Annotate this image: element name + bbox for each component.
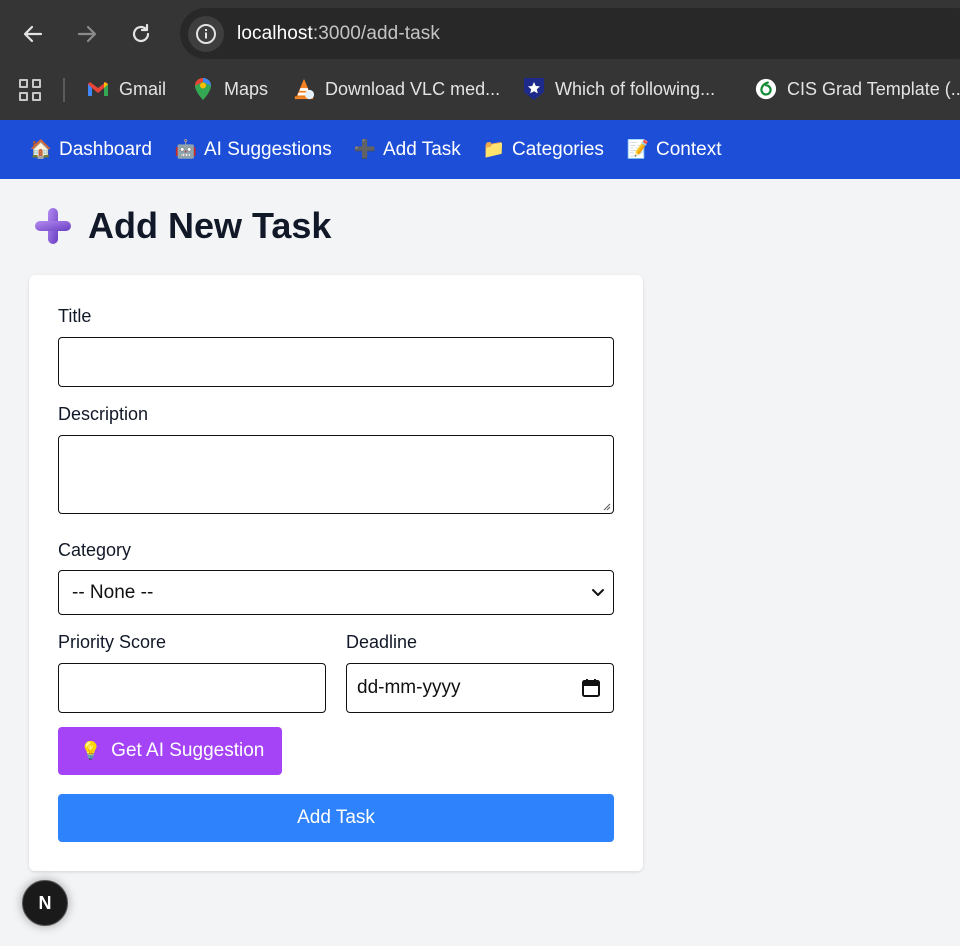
overleaf-icon [755, 78, 777, 100]
bookmarks-bar: Gmail Maps Download VLC med... Which of … [0, 70, 960, 110]
maps-icon [192, 78, 214, 100]
nav-ai-suggestions[interactable]: 🤖 AI Suggestions [174, 138, 332, 161]
description-textarea[interactable] [58, 435, 614, 514]
back-button[interactable] [21, 22, 45, 46]
deadline-label: Deadline [346, 632, 418, 652]
title-input[interactable] [58, 337, 614, 387]
category-label: Category [58, 540, 132, 560]
lightbulb-icon: 💡 [80, 741, 102, 760]
bookmark-gmail[interactable]: Gmail [87, 78, 166, 100]
arrow-left-icon [23, 25, 43, 43]
reload-icon [132, 23, 150, 43]
bookmark-label: Which of following... [555, 78, 716, 99]
category-selected-value: -- None -- [72, 581, 154, 603]
plus-icon: ➕ [353, 139, 377, 159]
title-label: Title [58, 306, 92, 326]
plus-icon [35, 208, 71, 244]
page-heading: Add New Task [88, 205, 332, 246]
page-title: Add New Task [34, 205, 331, 247]
bookmark-which-of-following[interactable]: Which of following... [523, 78, 715, 100]
description-label: Description [58, 404, 149, 424]
info-icon [196, 23, 216, 44]
nav-label: Add Task [383, 138, 461, 160]
add-task-form: Title Description Category -- None -- Pr… [29, 275, 643, 871]
bookmarks-separator [63, 78, 65, 102]
forward-button[interactable] [75, 22, 99, 46]
folder-icon: 📁 [482, 139, 506, 159]
get-ai-suggestion-button[interactable]: 💡 Get AI Suggestion [58, 727, 282, 775]
bookmark-label: Gmail [119, 78, 167, 99]
category-select[interactable]: -- None -- [58, 570, 614, 615]
house-icon: 🏠 [29, 139, 53, 159]
address-bar[interactable]: localhost:3000/add-task [180, 8, 960, 59]
apps-grid-icon[interactable] [19, 79, 41, 101]
bookmark-maps[interactable]: Maps [192, 78, 268, 100]
star-shield-icon [523, 78, 545, 100]
nextjs-dev-indicator[interactable]: N [22, 880, 68, 926]
gmail-icon [87, 78, 109, 100]
nav-label: AI Suggestions [204, 138, 332, 160]
nav-dashboard[interactable]: 🏠 Dashboard [29, 138, 152, 161]
arrow-right-icon [77, 25, 97, 43]
vlc-icon [293, 78, 315, 100]
nav-label: Context [656, 138, 722, 160]
nav-label: Categories [512, 138, 604, 160]
calendar-icon[interactable] [581, 678, 601, 698]
deadline-placeholder: dd-mm-yyyy [357, 677, 461, 698]
robot-icon: 🤖 [174, 139, 198, 159]
app-navbar: 🏠 Dashboard 🤖 AI Suggestions ➕ Add Task … [0, 120, 960, 179]
site-info-button[interactable] [188, 15, 224, 52]
resize-handle-icon[interactable] [601, 501, 611, 511]
browser-chrome: localhost:3000/add-task Gmail Maps Downl… [0, 0, 960, 120]
bookmark-vlc[interactable]: Download VLC med... [293, 78, 500, 100]
bookmark-label: CIS Grad Template (... [787, 78, 960, 99]
priority-score-input[interactable] [58, 663, 326, 713]
chevron-down-icon [592, 589, 604, 596]
nav-add-task[interactable]: ➕ Add Task [353, 138, 461, 161]
nav-context[interactable]: 📝 Context [626, 138, 722, 161]
nav-label: Dashboard [59, 138, 152, 160]
url-text: localhost:3000/add-task [237, 23, 440, 45]
bookmark-label: Maps [224, 78, 269, 99]
memo-icon: 📝 [626, 139, 650, 159]
url-path: :3000/add-task [312, 22, 440, 44]
reload-button[interactable] [129, 22, 153, 46]
add-task-submit-button[interactable]: Add Task [58, 794, 614, 842]
ai-button-label: Get AI Suggestion [111, 740, 265, 761]
bookmark-label: Download VLC med... [325, 78, 501, 99]
priority-score-label: Priority Score [58, 632, 167, 652]
deadline-date-input[interactable]: dd-mm-yyyy [346, 663, 614, 713]
nav-categories[interactable]: 📁 Categories [482, 138, 604, 161]
url-host: localhost [237, 22, 313, 44]
bookmark-cis-grad-template[interactable]: CIS Grad Template (... [755, 78, 960, 100]
